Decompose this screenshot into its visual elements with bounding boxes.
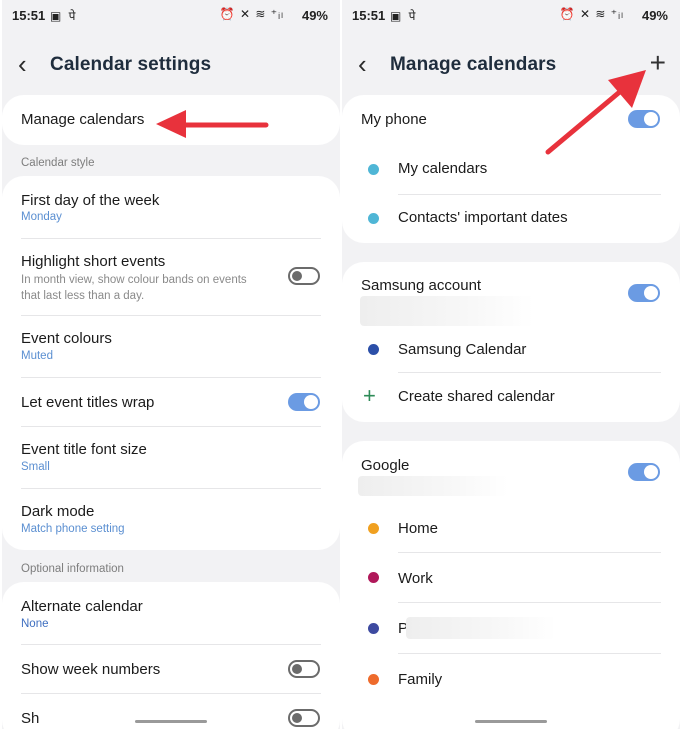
setting-event-colours[interactable]: Event colours Muted — [2, 316, 340, 377]
google-label: Google — [361, 457, 410, 474]
setting-first-day[interactable]: First day of the week Monday — [2, 176, 340, 238]
week-numbers-label: Show week numbers — [21, 661, 161, 678]
samsung-calendar-label: Samsung Calendar — [398, 341, 527, 358]
work-label: Work — [398, 570, 433, 587]
battery-level: 49% — [641, 8, 668, 23]
section-calendar-style: Calendar style — [21, 157, 95, 169]
first-day-value: Monday — [21, 211, 62, 223]
calendar-work[interactable]: Work — [342, 553, 680, 602]
setting-partial-row[interactable]: Sh — [2, 694, 340, 729]
calendar-color-dot — [368, 572, 379, 583]
redacted-email — [360, 296, 534, 326]
redacted-name — [406, 617, 556, 639]
partial-row-label: Sh — [21, 710, 40, 727]
event-colours-value: Muted — [21, 350, 53, 362]
highlight-description: In month view, show colour bands on even… — [21, 274, 247, 302]
setting-dark-mode[interactable]: Dark mode Match phone setting — [2, 489, 340, 550]
highlight-toggle[interactable] — [288, 267, 320, 285]
page-title: Calendar settings — [50, 54, 212, 75]
setting-font-size[interactable]: Event title font size Small — [2, 427, 340, 488]
highlight-label: Highlight short events — [21, 253, 166, 270]
back-icon[interactable]: ‹ — [18, 50, 27, 78]
notification-icons: ▣ पे — [390, 9, 418, 23]
calendar-color-dot — [368, 523, 379, 534]
setting-alternate-calendar[interactable]: Alternate calendar None — [2, 582, 340, 644]
calendar-contacts-dates[interactable]: Contacts' important dates — [342, 195, 680, 243]
calendar-settings-screen: 15:51 ▣ पे ⏰ ✕ ≋ ⁺ᵢₗ 49% ‹ Calendar sett… — [2, 0, 340, 729]
alternate-calendar-label: Alternate calendar — [21, 598, 143, 615]
notification-icons: ▣ पे — [50, 9, 78, 23]
my-calendars-label: My calendars — [398, 160, 488, 177]
section-optional-information: Optional information — [21, 563, 124, 575]
dark-mode-label: Dark mode — [21, 503, 95, 520]
create-shared-label: Create shared calendar — [398, 388, 555, 405]
event-colours-label: Event colours — [21, 330, 112, 347]
calendar-color-dot — [368, 213, 379, 224]
back-icon[interactable]: ‹ — [358, 50, 367, 78]
calendar-color-dot — [368, 674, 379, 685]
calendar-color-dot — [368, 344, 379, 355]
status-time: 15:51 — [12, 8, 46, 23]
alternate-calendar-value: None — [21, 618, 49, 630]
samsung-account-label: Samsung account — [361, 277, 482, 294]
wrap-titles-toggle[interactable] — [288, 393, 320, 411]
week-numbers-toggle[interactable] — [288, 660, 320, 678]
google-toggle[interactable] — [628, 463, 660, 481]
contacts-dates-label: Contacts' important dates — [398, 209, 568, 226]
setting-week-numbers[interactable]: Show week numbers — [2, 645, 340, 693]
my-phone-label: My phone — [361, 111, 427, 128]
first-day-label: First day of the week — [21, 192, 160, 209]
calendar-style-card: First day of the week Monday Highlight s… — [2, 176, 340, 550]
setting-highlight-short-events[interactable]: Highlight short events In month view, sh… — [2, 239, 340, 315]
manage-calendars-screen: 15:51 ▣ पे ⏰ ✕ ≋ ⁺ᵢₗ 49% ‹ Manage calend… — [342, 0, 680, 729]
partial-row-toggle[interactable] — [288, 709, 320, 727]
dark-mode-value: Match phone setting — [21, 523, 125, 535]
google-account-card: Google Home Work P Family — [342, 441, 680, 729]
calendar-home[interactable]: Home — [342, 503, 680, 552]
add-icon: + — [363, 383, 376, 408]
family-label: Family — [398, 671, 443, 688]
manage-calendars-label: Manage calendars — [21, 111, 145, 128]
create-shared-calendar-button[interactable]: + Create shared calendar — [342, 373, 680, 422]
setting-wrap-titles[interactable]: Let event titles wrap — [2, 378, 340, 426]
status-bar: 15:51 ▣ पे ⏰ ✕ ≋ ⁺ᵢₗ 49% — [2, 0, 340, 30]
account-samsung[interactable]: Samsung account — [342, 262, 680, 328]
wrap-titles-label: Let event titles wrap — [21, 394, 155, 411]
app-bar: ‹ Manage calendars + — [342, 48, 680, 84]
page-title: Manage calendars — [390, 54, 557, 75]
add-calendar-icon[interactable]: + — [650, 48, 666, 78]
status-time: 15:51 — [352, 8, 386, 23]
my-phone-card: My phone My calendars Contacts' importan… — [342, 95, 680, 243]
app-bar: ‹ Calendar settings — [2, 48, 340, 84]
calendar-my-calendars[interactable]: My calendars — [342, 145, 680, 194]
redacted-email — [358, 476, 508, 496]
home-indicator — [135, 720, 207, 723]
manage-calendars-button[interactable]: Manage calendars — [2, 95, 340, 145]
home-label: Home — [398, 520, 439, 537]
system-icons: ⏰ ✕ ≋ ⁺ᵢₗ — [559, 7, 624, 21]
calendar-color-dot — [368, 623, 379, 634]
calendar-family[interactable]: Family — [342, 654, 680, 704]
optional-info-card: Alternate calendar None Show week number… — [2, 582, 340, 729]
account-google[interactable]: Google — [342, 441, 680, 503]
my-phone-toggle[interactable] — [628, 110, 660, 128]
font-size-label: Event title font size — [21, 441, 147, 458]
battery-level: 49% — [301, 8, 328, 23]
status-bar: 15:51 ▣ पे ⏰ ✕ ≋ ⁺ᵢₗ 49% — [342, 0, 680, 30]
samsung-account-toggle[interactable] — [628, 284, 660, 302]
calendar-samsung-calendar[interactable]: Samsung Calendar — [342, 328, 680, 372]
account-my-phone[interactable]: My phone — [342, 95, 680, 145]
home-indicator — [475, 720, 547, 723]
system-icons: ⏰ ✕ ≋ ⁺ᵢₗ — [219, 7, 284, 21]
calendar-redacted[interactable]: P — [342, 603, 680, 653]
font-size-value: Small — [21, 461, 50, 473]
samsung-account-card: Samsung account Samsung Calendar + Creat… — [342, 262, 680, 422]
calendar-color-dot — [368, 164, 379, 175]
